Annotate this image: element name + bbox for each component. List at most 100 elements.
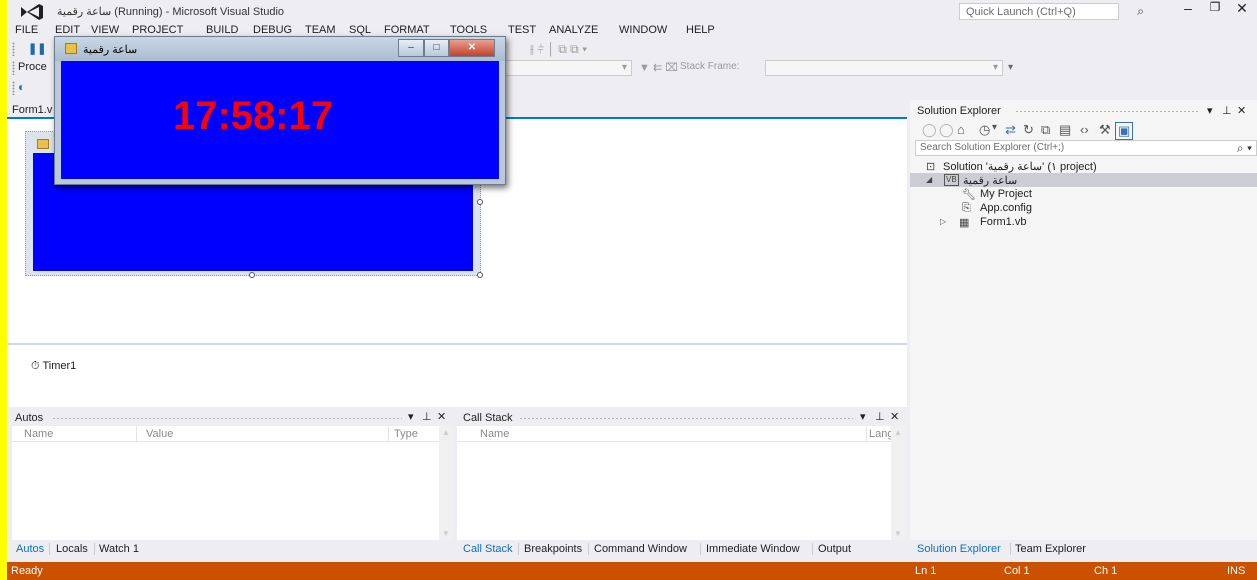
menu-team[interactable]: TEAM [305, 24, 336, 36]
menu-format[interactable]: FORMAT [384, 24, 430, 36]
solution-tree: ⊡ Solution 'ساعة رقمية' (١ project) ◢ VB… [910, 158, 1257, 540]
collapsed-icon[interactable]: ▷ [940, 217, 946, 226]
tab-autos[interactable]: Autos [16, 543, 44, 555]
column-value[interactable]: Value [146, 428, 173, 440]
wrench-icon: 🔧︎ [962, 189, 976, 201]
tab-command-window[interactable]: Command Window [594, 543, 687, 555]
pause-icon[interactable]: ❚❚ [28, 42, 46, 55]
collapse-all-icon[interactable]: ⧉ [1041, 122, 1050, 138]
show-all-files-icon[interactable]: ▤ [1059, 122, 1071, 138]
pin-icon[interactable]: ⊥ [422, 410, 432, 423]
tab-watch-1[interactable]: Watch 1 [99, 543, 139, 555]
callstack-grid[interactable] [457, 442, 905, 540]
menu-project[interactable]: PROJECT [132, 24, 183, 36]
column-lang[interactable]: Lang [869, 428, 893, 440]
menu-test[interactable]: TEST [508, 24, 536, 36]
minimize-icon[interactable]: – [1175, 0, 1201, 16]
properties-icon[interactable]: ⚒ [1099, 122, 1111, 138]
status-char: Ch 1 [1094, 565, 1118, 577]
quick-launch-input[interactable]: Quick Launch (Ctrl+Q) ⌕ [959, 3, 1144, 20]
menu-help[interactable]: HELP [686, 24, 715, 36]
tab-output[interactable]: Output [818, 543, 851, 555]
menu-view[interactable]: VIEW [91, 24, 119, 36]
tab-locals[interactable]: Locals [56, 543, 88, 555]
form-minimize-button[interactable]: – [398, 39, 424, 57]
status-bar: Ready Ln 1 Col 1 Ch 1 INS [7, 562, 1257, 580]
pin-icon[interactable]: ⊥ [1222, 104, 1232, 117]
dropdown-icon[interactable]: ▾ [860, 410, 866, 423]
menu-file[interactable]: FILE [15, 24, 38, 36]
tab-solution-explorer[interactable]: Solution Explorer [917, 543, 1001, 555]
vb-project-icon: VB [944, 174, 959, 186]
overflow-icon[interactable]: ▾ [1008, 62, 1013, 73]
running-form-title: ساعة رقمية [83, 44, 138, 56]
form-maximize-button[interactable]: □ [424, 39, 449, 57]
close-icon[interactable]: ✕ [1229, 0, 1255, 17]
running-form-window[interactable]: ساعة رقمية – □ ✕ 17:58:17 [54, 36, 506, 185]
autos-column-header: Name Value Type [12, 426, 453, 442]
tab-breakpoints[interactable]: Breakpoints [524, 543, 582, 555]
column-name[interactable]: Name [480, 428, 509, 440]
timer-component[interactable]: ⏱ Timer1 [31, 360, 76, 373]
tree-item-app-config[interactable]: ⎘ App.config [910, 201, 1257, 215]
autos-tab-strip: Autos Locals Watch 1 [12, 540, 453, 558]
pin-icon[interactable]: ⊥ [875, 410, 885, 423]
toolbar-grip[interactable] [12, 81, 15, 95]
toolbar-grip[interactable] [12, 61, 15, 75]
column-name[interactable]: Name [24, 428, 53, 440]
running-form-caption[interactable]: ساعة رقمية – □ ✕ [55, 37, 505, 61]
callstack-tab-strip: Call Stack Breakpoints Command Window Im… [457, 540, 905, 558]
tab-call-stack[interactable]: Call Stack [463, 543, 513, 555]
menu-sql[interactable]: SQL [349, 24, 371, 36]
autos-grid[interactable] [12, 442, 453, 540]
close-icon[interactable]: ✕ [437, 410, 446, 423]
solution-search-input[interactable]: Search Solution Explorer (Ctrl+;) ⌕ ▾ [915, 140, 1257, 156]
menu-tools[interactable]: TOOLS [450, 24, 487, 36]
tree-item-solution[interactable]: ⊡ Solution 'ساعة رقمية' (١ project) [910, 159, 1257, 173]
running-form-client: 17:58:17 [61, 61, 499, 179]
tree-item-my-project[interactable]: 🔧︎ My Project [910, 187, 1257, 201]
left-edge-strip [0, 0, 7, 580]
refresh-icon[interactable]: ↻ [1023, 122, 1034, 138]
back-icon[interactable]: ◯ [922, 122, 937, 138]
process-label: Proce [18, 61, 47, 73]
thread-dropdown[interactable]: ▾ [502, 60, 632, 76]
close-icon[interactable]: ✕ [1237, 104, 1246, 117]
forward-icon[interactable]: ◯ [939, 122, 954, 138]
form-close-button[interactable]: ✕ [449, 39, 495, 57]
history-icon[interactable]: ◷ [979, 122, 990, 138]
back-icon[interactable]: ◐ [18, 80, 25, 94]
tree-item-form1[interactable]: ▷ ▦ Form1.vb [910, 215, 1257, 229]
resize-handle-corner[interactable] [477, 272, 483, 278]
search-icon: ⌕ [1137, 4, 1144, 18]
tab-team-explorer[interactable]: Team Explorer [1015, 543, 1086, 555]
sync-icon[interactable]: ⇄ [1005, 122, 1016, 138]
close-icon[interactable]: ✕ [890, 410, 899, 423]
status-text: Ready [11, 565, 43, 577]
callstack-scrollbar[interactable]: ▲ ▼ [891, 426, 905, 540]
tab-form1[interactable]: Form1.v [12, 104, 52, 116]
column-type[interactable]: Type [394, 428, 418, 440]
menu-window[interactable]: WINDOW [619, 24, 667, 36]
dropdown-icon[interactable]: ▾ [408, 410, 414, 423]
toolbar-grip[interactable] [12, 42, 15, 56]
view-code-icon[interactable]: ‹› [1080, 122, 1089, 137]
resize-handle-bottom[interactable] [249, 272, 255, 278]
menu-build[interactable]: BUILD [206, 24, 238, 36]
home-icon[interactable]: ⌂ [957, 122, 965, 137]
tree-item-project[interactable]: ◢ VB ساعة رقمية [910, 173, 1257, 187]
filter-icon[interactable]: ▼ ⇇ ⌧ [639, 61, 678, 74]
restore-icon[interactable]: ❐ [1202, 0, 1228, 14]
menu-debug[interactable]: DEBUG [253, 24, 292, 36]
autos-scrollbar[interactable]: ▲ ▼ [439, 426, 453, 540]
status-line: Ln 1 [915, 565, 937, 577]
tab-immediate-window[interactable]: Immediate Window [706, 543, 800, 555]
window-title: ساعة رقمية (Running) - Microsoft Visual … [57, 6, 285, 18]
dropdown-icon[interactable]: ▾ [1207, 104, 1213, 117]
preview-icon[interactable]: ▣ [1115, 122, 1134, 140]
menu-analyze[interactable]: ANALYZE [549, 24, 598, 36]
resize-handle-right[interactable] [477, 199, 483, 205]
visual-studio-logo-icon [21, 4, 43, 20]
stack-frame-dropdown[interactable]: ▾ [765, 60, 1003, 76]
menu-edit[interactable]: EDIT [55, 24, 80, 36]
